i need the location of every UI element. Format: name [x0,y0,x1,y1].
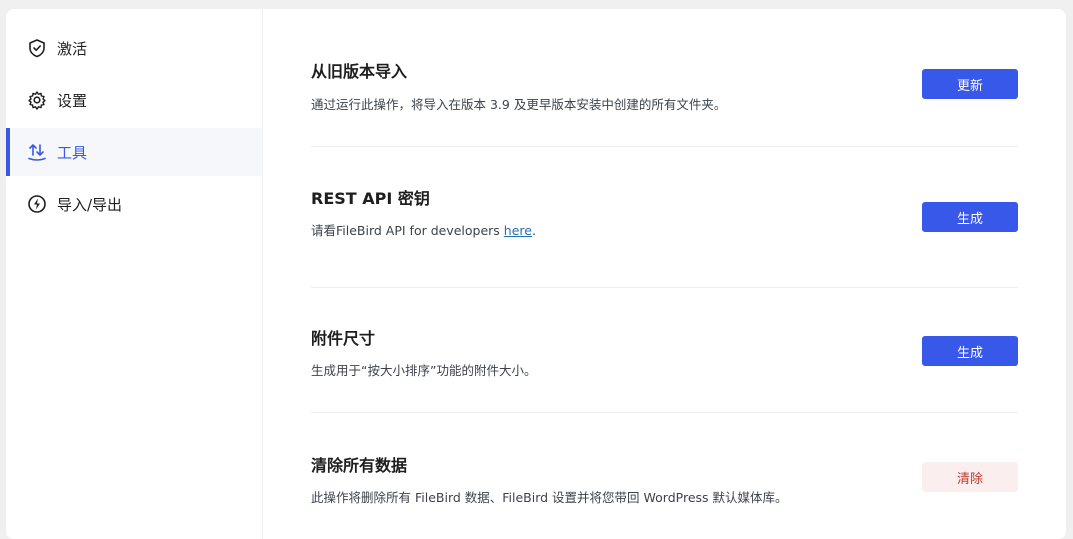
sidebar: 激活 设置 工具 导入/导出 [6,9,263,539]
description-text: 请看FileBird API for developers [311,223,504,238]
divider [311,146,1018,147]
sidebar-item-settings[interactable]: 设置 [6,76,262,124]
tools-content: 从旧版本导入 通过运行此操作，将导入在版本 3.9 及更早版本安装中创建的所有文… [311,9,1018,539]
section-description: 通过运行此操作，将导入在版本 3.9 及更早版本安装中创建的所有文件夹。 [311,97,727,112]
sidebar-item-tools[interactable]: 工具 [6,128,262,176]
sidebar-item-import-export[interactable]: 导入/导出 [6,180,262,228]
description-suffix: . [531,223,536,238]
here-link[interactable]: here [504,223,532,238]
section-description: 请看FileBird API for developers here. [311,220,536,239]
arrows-up-down-icon [26,141,48,163]
divider [311,412,1018,413]
divider [311,287,1018,288]
lightning-icon [26,193,48,215]
sidebar-item-label: 导入/导出 [57,195,123,214]
settings-panel: 激活 设置 工具 导入/导出 从旧版本导入 通过运行此操作，将导入在版本 3.9… [6,9,1066,539]
sidebar-item-label: 激活 [57,39,88,58]
update-button[interactable]: 更新 [922,69,1018,99]
generate-api-key-button[interactable]: 生成 [922,202,1018,232]
section-title: REST API 密钥 [311,189,430,208]
generate-attachment-size-button[interactable]: 生成 [922,336,1018,366]
shield-check-icon [26,37,48,59]
sidebar-item-label: 工具 [57,143,88,162]
section-description: 此操作将删除所有 FileBird 数据、FileBird 设置并将您带回 Wo… [311,490,788,505]
sidebar-item-label: 设置 [57,91,88,110]
section-title: 从旧版本导入 [311,62,408,81]
section-description: 生成用于“按大小排序”功能的附件大小。 [311,363,537,378]
gear-icon [26,89,48,111]
section-title: 附件尺寸 [311,329,376,348]
section-title: 清除所有数据 [311,456,408,475]
sidebar-item-activation[interactable]: 激活 [6,24,262,72]
clear-data-button[interactable]: 清除 [922,462,1018,492]
